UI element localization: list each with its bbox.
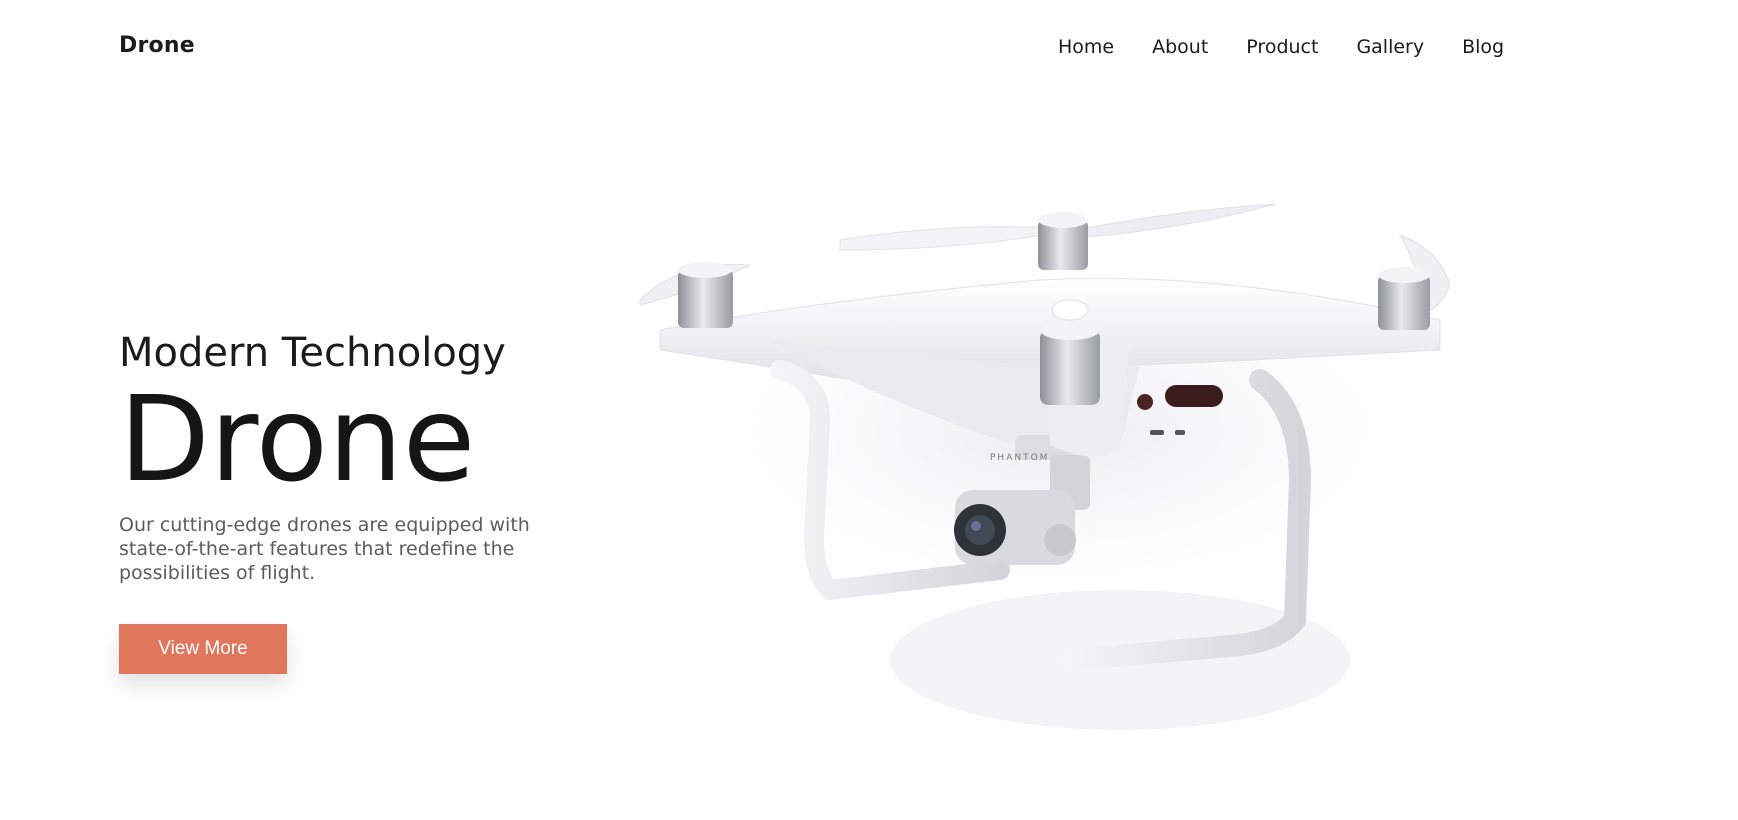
nav-item-home[interactable]: Home <box>1058 36 1114 58</box>
drone-quadcopter-image: PHANTOM <box>630 203 1490 730</box>
phantom-label: PHANTOM <box>990 453 1049 463</box>
nav-item-product[interactable]: Product <box>1246 36 1318 58</box>
nav-item-blog[interactable]: Blog <box>1462 36 1504 58</box>
view-more-button[interactable]: View More <box>119 624 287 674</box>
hero-description: Our cutting-edge drones are equipped wit… <box>119 514 530 584</box>
motor-back-center <box>1038 212 1088 270</box>
hero-title: Drone <box>119 370 476 508</box>
motor-right <box>1378 267 1430 330</box>
drone-image: PHANTOM <box>620 190 1540 790</box>
nav-item-about[interactable]: About <box>1152 36 1208 58</box>
main-nav: Home About Product Gallery Blog <box>1058 36 1504 58</box>
nav-item-gallery[interactable]: Gallery <box>1356 36 1424 58</box>
landing-page: Drone Home About Product Gallery Blog Mo… <box>0 0 1738 820</box>
motor-left <box>678 262 733 328</box>
brand-logo[interactable]: Drone <box>119 33 195 58</box>
